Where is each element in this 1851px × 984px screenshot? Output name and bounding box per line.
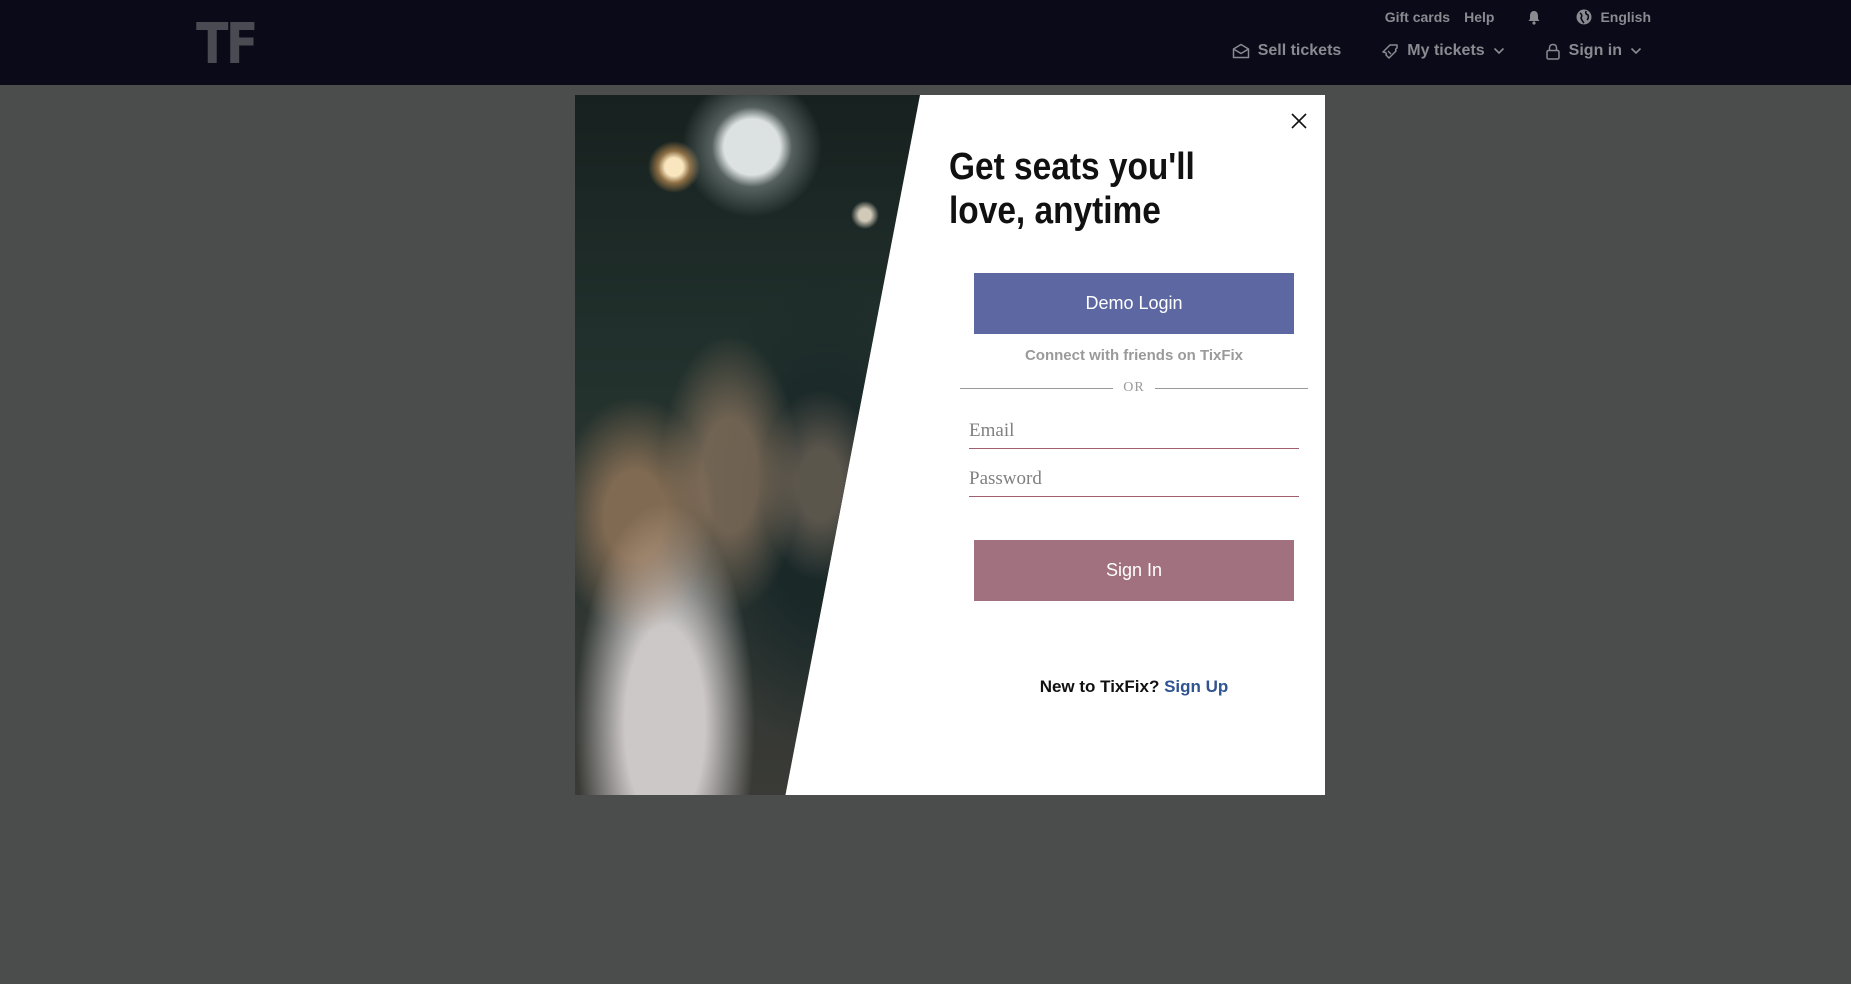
chevron-down-icon <box>1493 47 1505 55</box>
modal-title: Get seats you'll love, anytime <box>949 146 1195 232</box>
sign-up-prompt: New to TixFix? Sign Up <box>974 677 1294 697</box>
ticket-icon <box>1381 43 1399 59</box>
demo-login-button[interactable]: Demo Login <box>974 273 1294 334</box>
sign-up-link[interactable]: Sign Up <box>1164 677 1228 696</box>
gift-cards-link[interactable]: Gift cards <box>1385 9 1450 25</box>
help-link[interactable]: Help <box>1464 9 1494 25</box>
sell-tickets-label: Sell tickets <box>1257 42 1342 59</box>
language-selector[interactable]: English <box>1576 9 1651 25</box>
email-input[interactable] <box>969 413 1299 449</box>
sign-in-menu[interactable]: Sign in <box>1545 42 1642 60</box>
globe-icon <box>1576 9 1592 25</box>
password-input[interactable] <box>969 461 1299 497</box>
main-navigation: Sell tickets My tickets Sign in <box>1192 42 1642 60</box>
new-user-text: New to TixFix? <box>1039 677 1160 696</box>
concert-photo <box>575 95 920 795</box>
envelope-icon <box>1232 43 1250 59</box>
bell-icon[interactable] <box>1526 9 1542 25</box>
sign-in-modal: Get seats you'll love, anytime Demo Logi… <box>575 95 1325 795</box>
top-navigation-bar: TF Gift cards Help English Sell tickets … <box>0 0 1851 85</box>
sell-tickets-link[interactable]: Sell tickets <box>1232 42 1342 60</box>
connect-friends-text: Connect with friends on TixFix <box>1024 347 1244 364</box>
chevron-down-icon <box>1630 47 1642 55</box>
lock-icon <box>1545 43 1561 60</box>
my-tickets-menu[interactable]: My tickets <box>1381 42 1504 60</box>
divider-line <box>1154 387 1309 389</box>
site-logo[interactable]: TF <box>196 12 258 77</box>
sign-in-button[interactable]: Sign In <box>974 540 1294 601</box>
my-tickets-label: My tickets <box>1407 42 1485 59</box>
close-icon[interactable] <box>1287 109 1311 133</box>
or-label: OR <box>1123 380 1145 395</box>
language-label: English <box>1600 9 1651 25</box>
divider-line <box>960 387 1114 389</box>
utility-navigation: Gift cards Help English <box>1385 9 1651 25</box>
sign-in-label: Sign in <box>1568 42 1622 59</box>
or-divider: OR <box>960 378 1309 398</box>
